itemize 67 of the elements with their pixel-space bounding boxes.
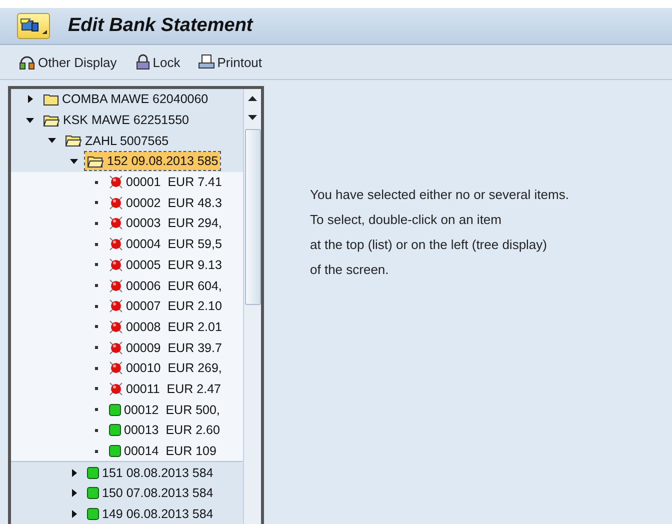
status-square-icon	[87, 466, 99, 479]
folder-icon	[43, 92, 59, 106]
expand-arrow-icon[interactable]	[28, 95, 32, 104]
lock-icon	[134, 54, 151, 70]
headset-icon	[18, 54, 36, 70]
status-light-icon	[109, 320, 123, 334]
scrollbar[interactable]	[243, 89, 261, 524]
status-light-icon	[109, 361, 123, 376]
status-light-icon	[109, 237, 123, 252]
window-title: Edit Bank Statement	[68, 15, 253, 37]
open-folder-icon	[43, 114, 60, 127]
status-light-icon	[109, 175, 123, 190]
expand-arrow-icon[interactable]	[72, 468, 76, 477]
bullet-icon	[94, 201, 98, 204]
status-light-icon	[109, 340, 123, 355]
down-arrow-icon	[248, 115, 257, 120]
status-light-icon	[109, 196, 123, 210]
printer-icon	[198, 54, 216, 70]
tree-node[interactable]: 152 09.08.2013 585	[11, 151, 243, 172]
bullet-icon	[94, 428, 98, 432]
tree-node[interactable]: ZAHL 5007565	[11, 130, 243, 152]
bullet-icon	[94, 263, 98, 266]
status-square-icon	[87, 508, 99, 520]
bullet-icon	[94, 180, 98, 184]
bullet-icon	[94, 284, 98, 288]
open-folder-icon	[87, 154, 104, 168]
caret-icon	[42, 30, 47, 34]
tree-node[interactable]: 150 07.08.2013 584	[11, 483, 243, 504]
status-light-icon	[109, 382, 123, 396]
collapse-arrow-icon[interactable]	[70, 158, 78, 164]
status-light-icon	[109, 299, 123, 314]
menu-button[interactable]	[17, 13, 50, 39]
scroll-thumb[interactable]	[244, 129, 260, 305]
bullet-icon	[94, 366, 98, 370]
open-folder-icon	[65, 134, 82, 148]
toolbar-button[interactable]: Printout	[198, 54, 262, 70]
collapse-arrow-icon[interactable]	[26, 118, 34, 123]
bullet-icon	[94, 242, 98, 246]
toolbar-button[interactable]: Other Display	[18, 54, 117, 70]
bullet-icon	[94, 387, 98, 390]
bullet-icon	[94, 222, 98, 225]
up-arrow-icon	[248, 96, 257, 101]
status-light-icon	[109, 258, 123, 272]
tree-node[interactable]: COMBA MAWE 62040060	[11, 89, 243, 110]
status-light-icon	[109, 216, 123, 230]
status-square-icon	[87, 487, 99, 500]
tree-node[interactable]: 151 08.08.2013 584	[11, 461, 243, 484]
bullet-icon	[94, 450, 98, 453]
expand-arrow-icon[interactable]	[72, 510, 76, 518]
status-square-icon	[109, 404, 121, 416]
status-square-icon	[109, 424, 121, 436]
toolbar-button[interactable]: Lock	[134, 54, 180, 70]
screen-icon	[20, 18, 40, 34]
tree-node[interactable]: KSK MAWE 62251550	[11, 110, 243, 130]
info-text: at the top (list) or on the left (tree display)	[310, 236, 548, 254]
tree-node[interactable]: 149 06.08.2013 584	[11, 504, 243, 524]
expand-arrow-icon[interactable]	[72, 489, 76, 498]
info-text: of the screen.	[310, 261, 390, 279]
bullet-icon	[94, 325, 98, 328]
collapse-arrow-icon[interactable]	[48, 138, 56, 144]
status-light-icon	[109, 278, 123, 293]
info-text: To select, double-click on an item	[310, 211, 502, 229]
bullet-icon	[94, 304, 98, 308]
bullet-icon	[94, 408, 98, 412]
bullet-icon	[94, 346, 98, 350]
status-square-icon	[109, 445, 121, 458]
info-text: You have selected either no or several items.	[310, 186, 569, 204]
